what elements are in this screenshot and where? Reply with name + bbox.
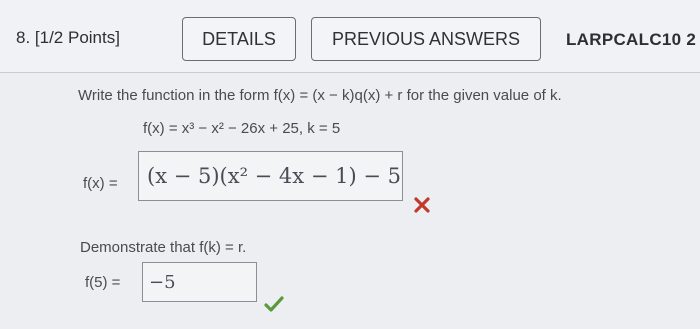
check-mark-icon — [264, 296, 284, 312]
given-function: f(x) = x³ − x² − 26x + 25, k = 5 — [143, 120, 341, 137]
answer-input[interactable]: (x − 5)(x² − 4x − 1) − 5 — [138, 151, 403, 201]
details-button[interactable]: DETAILS — [182, 17, 296, 61]
question-number: 8. [1/2 Points] — [16, 28, 120, 47]
f5-label: f(5) = — [85, 274, 121, 291]
question-instruction: Write the function in the form f(x) = (x… — [78, 87, 562, 104]
f5-input[interactable]: −5 — [142, 262, 257, 302]
previous-answers-button[interactable]: PREVIOUS ANSWERS — [311, 17, 541, 61]
demonstrate-text: Demonstrate that f(k) = r. — [80, 239, 247, 256]
answer-label: f(x) = — [83, 175, 118, 192]
x-mark-icon — [414, 197, 430, 213]
book-code: LARPCALC10 2 — [566, 30, 697, 49]
question-header: 8. [1/2 Points] DETAILS PREVIOUS ANSWERS… — [0, 0, 700, 73]
